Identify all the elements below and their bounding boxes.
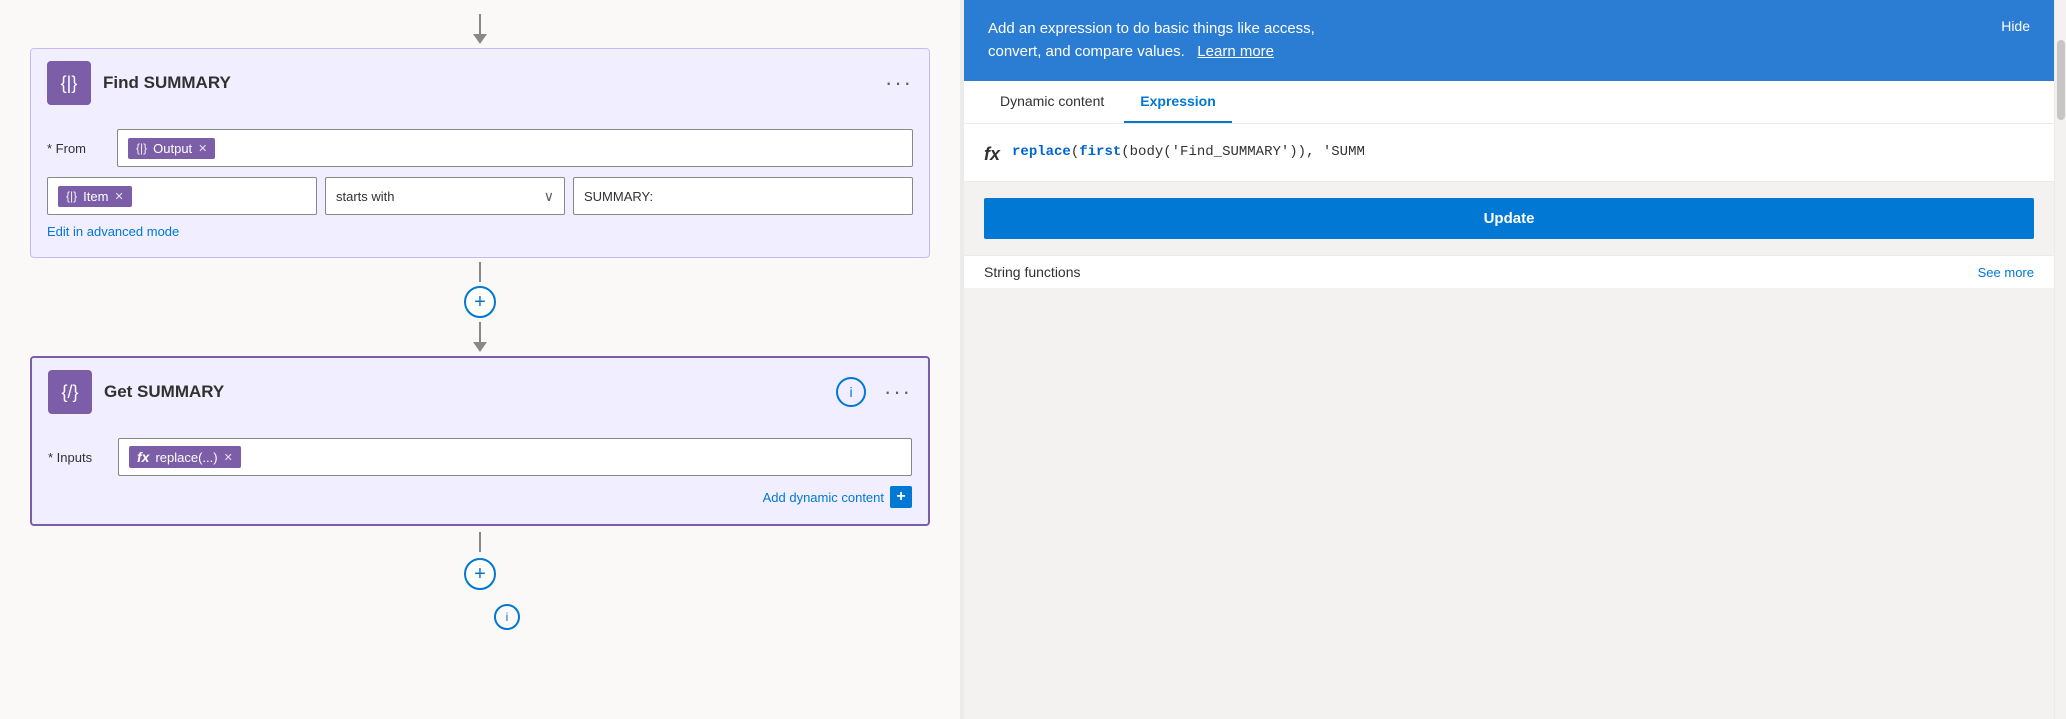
fx-token[interactable]: fx replace(...) ✕	[129, 446, 241, 468]
learn-more-link[interactable]: Learn more	[1197, 43, 1274, 60]
header-line2-text: convert, and compare values.	[988, 43, 1185, 60]
connector-line	[479, 14, 481, 34]
bottom-connectors: + i	[434, 532, 526, 630]
add-step-plus-bottom: +	[474, 563, 486, 586]
fx-token-label: replace(...)	[155, 450, 217, 465]
item-token-close[interactable]: ✕	[114, 190, 123, 203]
connector-arrow	[473, 34, 487, 44]
bottom-connector-line	[479, 532, 481, 552]
output-token[interactable]: {|} Output ✕	[128, 138, 215, 159]
fx-token-icon: fx	[137, 449, 149, 465]
string-functions-footer: String functions See more	[964, 255, 2054, 288]
find-summary-title: Find SUMMARY	[103, 73, 873, 93]
dynamic-plus-icon: +	[890, 486, 912, 508]
header-line2: convert, and compare values. Learn more	[988, 41, 1315, 64]
inputs-field-row: * Inputs fx replace(...) ✕	[48, 438, 912, 476]
header-line1: Add an expression to do basic things lik…	[988, 18, 1315, 41]
add-dynamic-content-button[interactable]: Add dynamic content +	[763, 486, 912, 508]
find-summary-icon: {|}	[47, 61, 91, 105]
get-summary-icon: {/}	[48, 370, 92, 414]
find-summary-icon-symbol: {|}	[61, 73, 78, 94]
mid-connector-arrow	[473, 342, 487, 352]
expr-paren-open: (	[1071, 144, 1079, 160]
get-summary-header: {/} Get SUMMARY i ···	[32, 358, 928, 426]
filter-field-input[interactable]: {|} Item ✕	[47, 177, 317, 215]
info-icon: i	[849, 384, 852, 400]
filter-operator-dropdown[interactable]: starts with ∨	[325, 177, 565, 215]
get-summary-body: * Inputs fx replace(...) ✕ Add dynamic c…	[32, 426, 928, 524]
workflow-canvas: {|} Find SUMMARY ··· * From {|} Output ✕	[0, 0, 960, 719]
top-connector	[473, 14, 487, 44]
from-label: * From	[47, 141, 107, 156]
add-step-button-middle[interactable]: +	[464, 286, 496, 318]
inputs-token-input[interactable]: fx replace(...) ✕	[118, 438, 912, 476]
bottom-info-icon: i	[506, 610, 509, 624]
dynamic-content-label: Add dynamic content	[763, 490, 884, 505]
scrollbar-track	[2054, 0, 2066, 719]
from-field-row: * From {|} Output ✕	[47, 129, 913, 167]
chevron-down-icon: ∨	[544, 188, 554, 205]
fx-label-icon: fx	[984, 144, 1000, 165]
get-summary-info-button[interactable]: i	[836, 377, 866, 407]
expression-header-text: Add an expression to do basic things lik…	[988, 18, 1315, 63]
hide-button[interactable]: Hide	[2001, 18, 2030, 34]
from-token-input[interactable]: {|} Output ✕	[117, 129, 913, 167]
update-button[interactable]: Update	[984, 198, 2034, 239]
find-summary-body: * From {|} Output ✕ {|} Item ✕	[31, 117, 929, 257]
output-token-icon: {|}	[136, 141, 147, 155]
filter-row: {|} Item ✕ starts with ∨ SUMMARY:	[47, 177, 913, 215]
expression-header: Add an expression to do basic things lik…	[964, 0, 2054, 81]
inputs-label: * Inputs	[48, 450, 108, 465]
add-step-plus-middle: +	[474, 291, 486, 314]
fx-token-close[interactable]: ✕	[224, 451, 233, 464]
expression-panel: Add an expression to do basic things lik…	[964, 0, 2054, 719]
advanced-mode-link[interactable]: Edit in advanced mode	[47, 224, 179, 239]
filter-value-text: SUMMARY:	[584, 189, 653, 204]
filter-value-input[interactable]: SUMMARY:	[573, 177, 913, 215]
bottom-info-button[interactable]: i	[494, 604, 520, 630]
get-summary-title: Get SUMMARY	[104, 382, 824, 402]
item-token-icon: {|}	[66, 189, 77, 203]
item-token[interactable]: {|} Item ✕	[58, 186, 132, 207]
mid-connector-line	[479, 262, 481, 282]
expr-first-kw: first	[1079, 144, 1121, 160]
mid-connector-line2	[479, 322, 481, 342]
string-functions-label: String functions	[984, 264, 1081, 280]
see-more-link[interactable]: See more	[1978, 265, 2034, 280]
find-summary-menu[interactable]: ···	[885, 70, 913, 96]
output-token-label: Output	[153, 141, 192, 156]
filter-operator-label: starts with	[336, 189, 395, 204]
get-summary-icon-symbol: {/}	[61, 382, 78, 403]
item-token-label: Item	[83, 189, 108, 204]
get-summary-menu[interactable]: ···	[884, 379, 912, 405]
find-summary-card: {|} Find SUMMARY ··· * From {|} Output ✕	[30, 48, 930, 258]
expression-code-display[interactable]: replace(first(body('Find_SUMMARY')), 'SU…	[1012, 140, 2034, 164]
add-step-button-bottom[interactable]: +	[464, 558, 496, 590]
tab-dynamic-content[interactable]: Dynamic content	[984, 81, 1120, 123]
expression-input-area[interactable]: fx replace(first(body('Find_SUMMARY')), …	[964, 124, 2054, 182]
output-token-close[interactable]: ✕	[198, 142, 207, 155]
dynamic-content-row: Add dynamic content +	[48, 486, 912, 508]
middle-connector: +	[464, 262, 496, 352]
tab-expression[interactable]: Expression	[1124, 81, 1231, 123]
expr-body-call: (body('Find_SUMMARY')), 'SUMM	[1121, 144, 1365, 160]
tabs-bar: Dynamic content Expression	[964, 81, 2054, 124]
expr-replace-kw: replace	[1012, 144, 1071, 160]
get-summary-card: {/} Get SUMMARY i ··· * Inputs fx replac…	[30, 356, 930, 526]
find-summary-header: {|} Find SUMMARY ···	[31, 49, 929, 117]
scrollbar-thumb[interactable]	[2057, 40, 2065, 120]
